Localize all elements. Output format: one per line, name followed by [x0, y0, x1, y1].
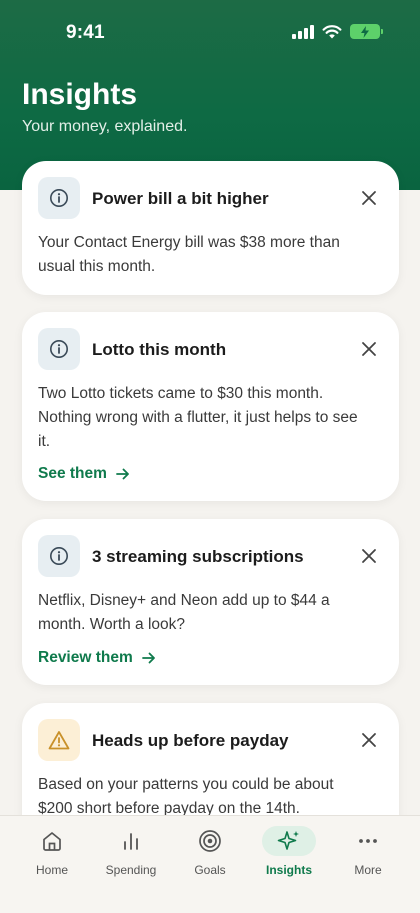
card-title: Power bill a bit higher [92, 189, 269, 208]
wifi-icon [322, 25, 342, 39]
tab-home[interactable]: Home [10, 816, 94, 886]
tab-label: More [354, 863, 382, 877]
link-label: Review them [38, 649, 133, 666]
status-icons [292, 24, 383, 39]
more-icon [359, 839, 377, 843]
close-icon[interactable] [361, 341, 377, 357]
card-body: Two Lotto tickets came to $30 this month… [38, 385, 358, 450]
card-body: Netflix, Disney+ and Neon add up to $44 … [38, 592, 330, 633]
info-icon [38, 328, 80, 370]
target-icon [199, 830, 221, 852]
page-subtitle: Your money, explained. [22, 118, 188, 135]
arrow-right-icon [116, 468, 129, 480]
tab-label: Home [35, 863, 68, 877]
card-body: Based on your patterns you could be abou… [38, 776, 334, 817]
page-title: Insights [22, 78, 138, 111]
tab-more[interactable]: More [326, 816, 410, 886]
status-time: 9:41 [66, 22, 105, 43]
tab-label: Goals [194, 863, 226, 877]
info-icon [38, 177, 80, 219]
battery-icon [350, 24, 383, 39]
insight-card-streaming[interactable]: 3 streaming subscriptions Netflix, Disne… [22, 519, 399, 685]
insight-card-lotto[interactable]: Lotto this month Two Lotto tickets came … [22, 312, 399, 501]
insight-card-power-bill[interactable]: Power bill a bit higher Your Contact Ene… [22, 161, 399, 295]
close-icon[interactable] [361, 190, 377, 206]
sparkle-icon [277, 831, 299, 850]
bar-chart-icon [124, 833, 138, 850]
tab-label: Spending [105, 863, 157, 877]
bottom-tab-bar: Home Spending Goals Insights More [0, 815, 420, 913]
tab-label: Insights [265, 863, 312, 877]
arrow-right-icon [141, 652, 155, 664]
link-label: See them [38, 465, 107, 482]
home-icon [43, 832, 61, 851]
tab-spending[interactable]: Spending [89, 816, 173, 886]
status-bar: 9:41 [0, 0, 420, 64]
card-title: Lotto this month [92, 340, 227, 359]
see-them-link[interactable]: See them [38, 465, 131, 483]
review-them-link[interactable]: Review them [38, 649, 157, 667]
warning-icon [38, 719, 80, 761]
close-icon[interactable] [361, 548, 377, 564]
card-title: 3 streaming subscriptions [92, 547, 304, 566]
close-icon[interactable] [361, 732, 377, 748]
card-title: Heads up before payday [92, 731, 289, 750]
signal-icon [292, 24, 314, 39]
tab-insights[interactable]: Insights [247, 816, 331, 886]
tab-goals[interactable]: Goals [168, 816, 252, 886]
card-body: Your Contact Energy bill was $38 more th… [38, 234, 340, 275]
info-icon [38, 535, 80, 577]
